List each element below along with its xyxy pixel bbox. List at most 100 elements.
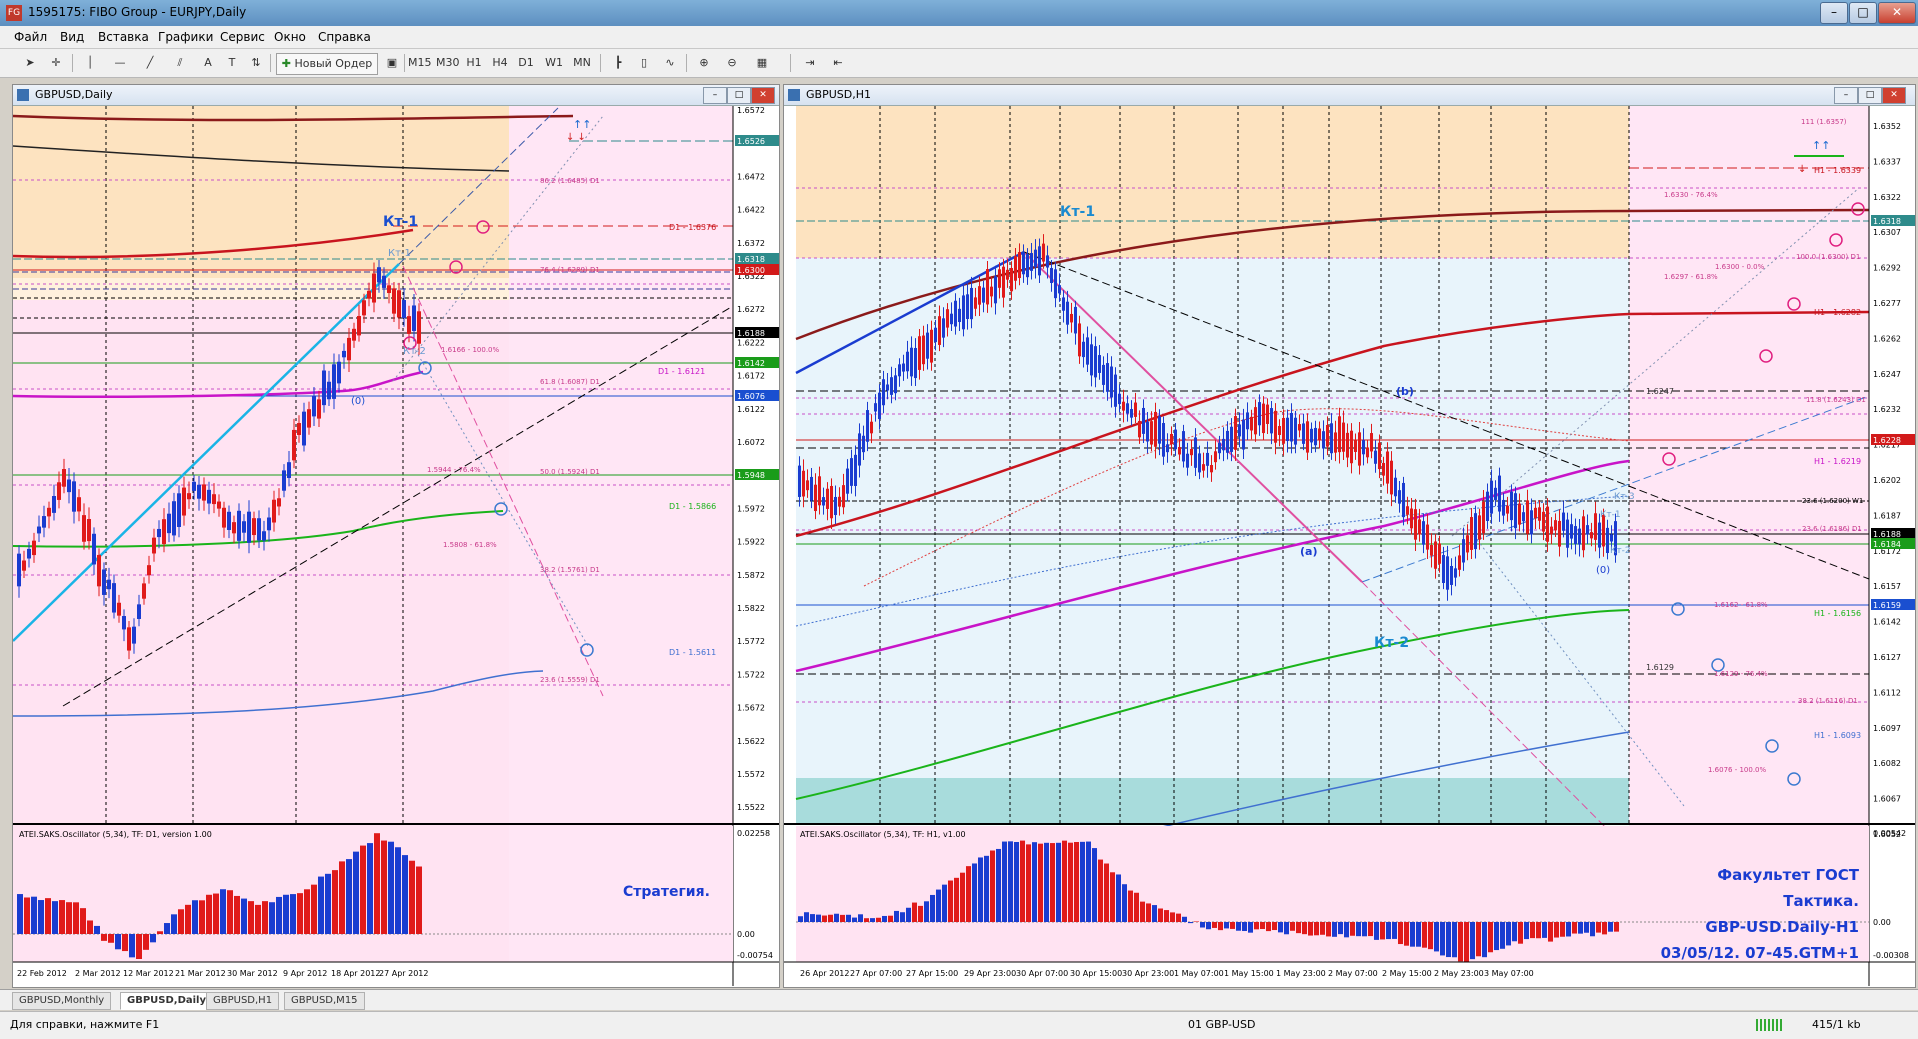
candle-chart-icon[interactable]: ▯: [634, 53, 654, 73]
label-kt2: Кт-2: [403, 346, 426, 357]
zoom-out-icon[interactable]: ⊖: [722, 53, 742, 73]
toolbar-separator: [72, 54, 73, 72]
menu-window[interactable]: Окно: [274, 30, 306, 44]
info-line-4: 03/05/12. 07-45.GTM+1: [1661, 944, 1859, 962]
label-kt2: Кт-2: [1374, 635, 1409, 651]
oscillator-bar: [1206, 922, 1211, 930]
minimize-button[interactable]: –: [1820, 2, 1848, 24]
label-h1-6282: H1 - 1.6282: [1814, 308, 1861, 317]
candle-body: [257, 518, 261, 541]
line-chart-icon[interactable]: ∿: [660, 53, 680, 73]
menu-view[interactable]: Вид: [60, 30, 84, 44]
tf-mn-button[interactable]: MN: [572, 53, 592, 73]
candle-body: [990, 286, 993, 297]
chart-close-button[interactable]: ✕: [751, 87, 775, 104]
price-tick-label: 1.6187: [1873, 511, 1901, 520]
label-fib38: 38.2 (1.6116) D1: [1798, 697, 1858, 705]
channel-icon[interactable]: ⫽: [170, 53, 190, 73]
oscillator-bar: [906, 907, 911, 922]
tab-gbpusd-daily[interactable]: GBPUSD,Daily: [120, 992, 214, 1010]
oscillator-bar: [1536, 922, 1541, 939]
candle-body: [1406, 506, 1409, 515]
price-tick-label: 1.5772: [737, 637, 765, 646]
arrows-icon[interactable]: ⇅: [246, 53, 266, 73]
label-zero: (0): [351, 396, 365, 407]
candle-body: [127, 627, 131, 651]
candle-body: [362, 300, 366, 316]
chart-window-gbpusd-daily[interactable]: GBPUSD,Daily – □ ✕ ↑↑ ↓ ↓ Кт-1 Кт-1 Кт-2…: [12, 84, 780, 988]
oscillator-bar: [1284, 922, 1289, 935]
tf-m30-button[interactable]: M30: [436, 53, 460, 73]
oscillator-bar: [1326, 922, 1331, 937]
chart-minimize-button[interactable]: –: [703, 87, 727, 104]
chart-close-button[interactable]: ✕: [1882, 87, 1906, 104]
lower-zone: [13, 300, 509, 846]
new-order-button[interactable]: ✚ Новый Ордер: [276, 53, 378, 75]
oscillator-bar: [1320, 922, 1325, 935]
chart-shift-icon[interactable]: ⇤: [828, 53, 848, 73]
oscillator-bar: [290, 894, 296, 934]
chart-window-gbpusd-h1[interactable]: GBPUSD,H1 – □ ✕ ↑↑ ↓ Кт-1 Кт-2 (b) (a) (…: [783, 84, 1916, 988]
label-fib6076: 1.6076 - 100.0%: [1708, 766, 1767, 774]
tf-m15-button[interactable]: M15: [408, 53, 432, 73]
cursor-icon[interactable]: ➤: [20, 53, 40, 73]
trendline-icon[interactable]: ╱: [140, 53, 160, 73]
autoscroll-icon[interactable]: ⇥: [800, 53, 820, 73]
candle-body: [1430, 545, 1433, 556]
candle-body: [798, 465, 801, 497]
chart-tabs: GBPUSD,Monthly GBPUSD,Daily GBPUSD,H1 GB…: [0, 989, 1918, 1010]
oscillator-bar: [1590, 922, 1595, 937]
candle-body: [1594, 513, 1597, 540]
chart-maximize-button[interactable]: □: [727, 87, 751, 104]
oscillator-bar: [1170, 912, 1175, 922]
horizontal-line-icon[interactable]: —: [110, 53, 130, 73]
tf-h4-button[interactable]: H4: [490, 53, 510, 73]
oscillator-bar: [360, 845, 366, 934]
candle-body: [970, 287, 973, 320]
oscillator-bar: [852, 917, 857, 922]
menu-charts[interactable]: Графики: [158, 30, 213, 44]
tf-w1-button[interactable]: W1: [544, 53, 564, 73]
candle-body: [1102, 364, 1105, 385]
gbpusd-daily-chart[interactable]: ↑↑ ↓ ↓ Кт-1 Кт-1 Кт-2 (0) 86.2 (1.6485) …: [13, 106, 779, 986]
candle-body: [147, 565, 151, 576]
oscillator-bar: [129, 934, 135, 958]
oscillator-bar: [1578, 922, 1583, 934]
candle-body: [1542, 511, 1545, 532]
crosshair-icon[interactable]: ✛: [46, 53, 66, 73]
tile-windows-icon[interactable]: ▦: [752, 53, 772, 73]
tab-gbpusd-h1[interactable]: GBPUSD,H1: [206, 992, 280, 1010]
oscillator-bar: [870, 918, 875, 922]
candle-body: [1402, 482, 1405, 518]
menu-insert[interactable]: Вставка: [98, 30, 149, 44]
chart-minimize-button[interactable]: –: [1834, 87, 1858, 104]
tf-h1-button[interactable]: H1: [464, 53, 484, 73]
close-button[interactable]: ✕: [1878, 2, 1916, 24]
bar-chart-icon[interactable]: ┣: [608, 53, 628, 73]
maximize-button[interactable]: □: [1849, 2, 1877, 24]
oscillator-bar: [66, 902, 72, 934]
terminal-icon[interactable]: ▣: [382, 53, 402, 73]
candle-body: [277, 498, 281, 507]
menu-help[interactable]: Справка: [318, 30, 371, 44]
gbpusd-h1-chart[interactable]: ↑↑ ↓ Кт-1 Кт-2 (b) (a) (0) Кт-1 Кт-2 Кт-…: [784, 106, 1915, 986]
oscillator-bar: [990, 850, 995, 922]
up-arrows-icon: ↑↑: [573, 118, 591, 131]
menu-tools[interactable]: Сервис: [220, 30, 265, 44]
candle-body: [1606, 527, 1609, 554]
candle-body: [272, 499, 276, 523]
tab-gbpusd-monthly[interactable]: GBPUSD,Monthly: [12, 992, 112, 1010]
oscillator-bar: [1296, 922, 1301, 934]
date-tick-label: 30 Apr 15:00: [1070, 969, 1122, 978]
tf-d1-button[interactable]: D1: [516, 53, 536, 73]
zoom-in-icon[interactable]: ⊕: [694, 53, 714, 73]
oscillator-bar: [234, 895, 240, 934]
menu-file[interactable]: Файл: [14, 30, 47, 44]
candle-body: [838, 496, 841, 507]
label-icon[interactable]: T: [222, 53, 242, 73]
tab-gbpusd-m15[interactable]: GBPUSD,M15: [284, 992, 365, 1010]
candle-body: [322, 370, 326, 406]
text-icon[interactable]: A: [198, 53, 218, 73]
vertical-line-icon[interactable]: │: [80, 53, 100, 73]
chart-maximize-button[interactable]: □: [1858, 87, 1882, 104]
